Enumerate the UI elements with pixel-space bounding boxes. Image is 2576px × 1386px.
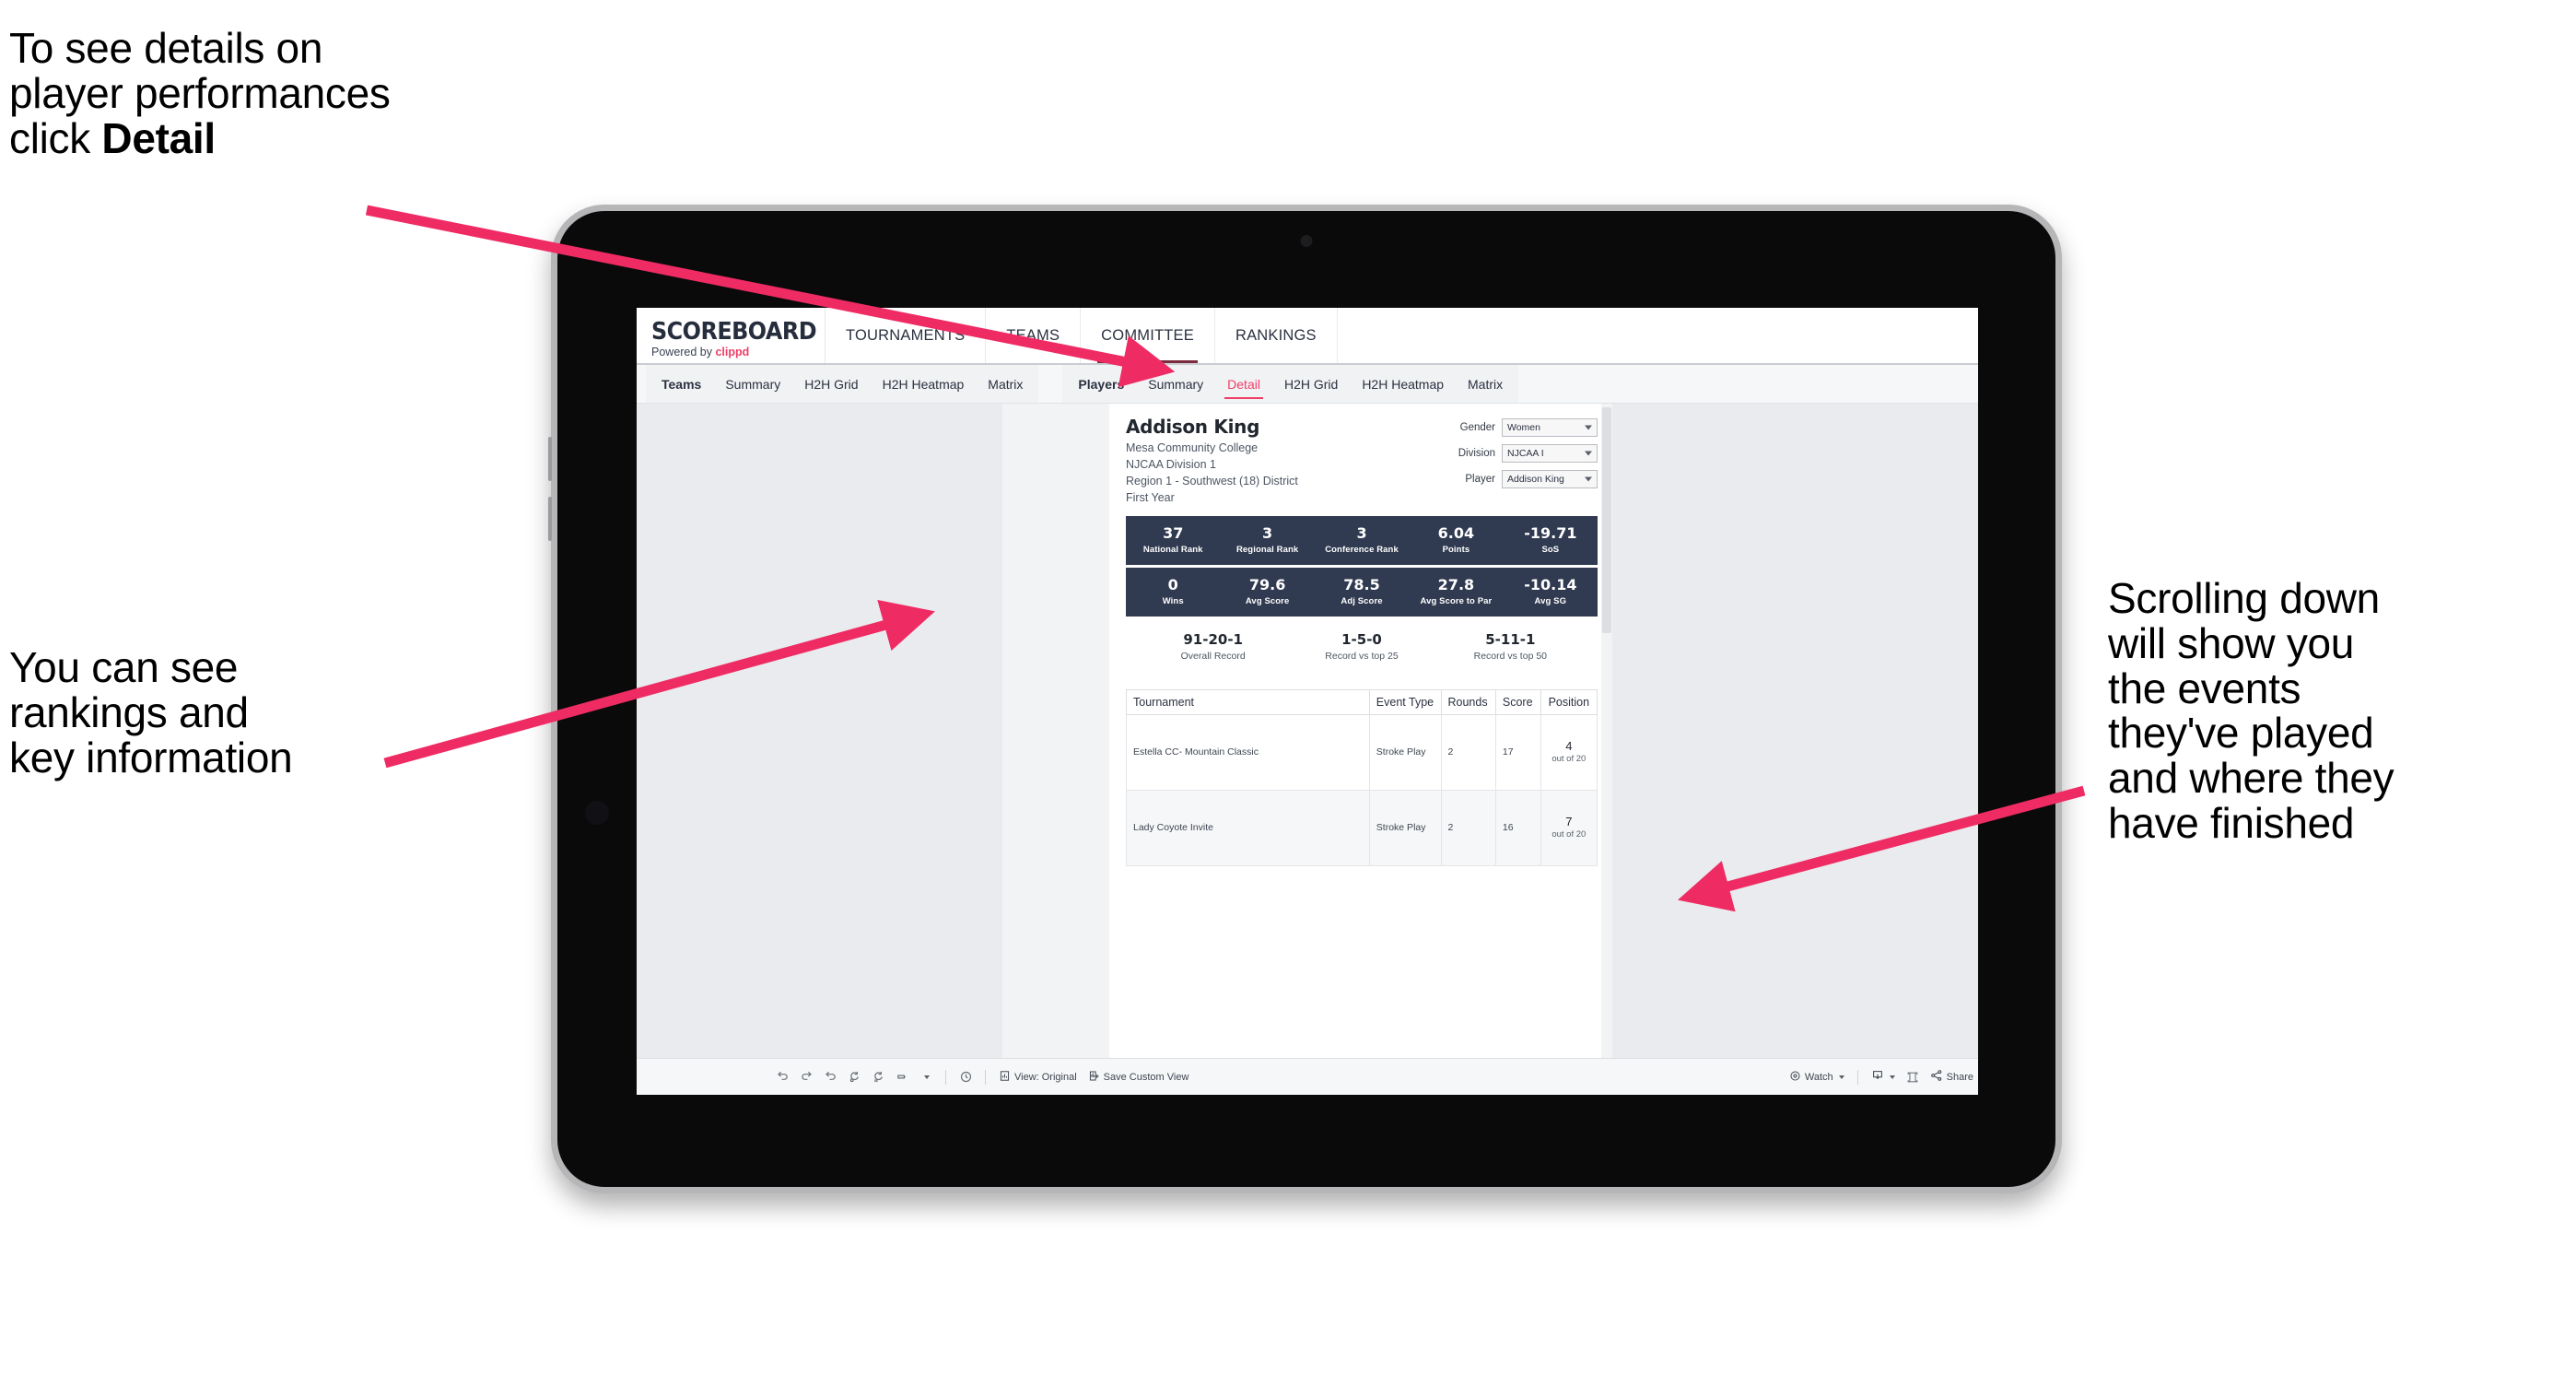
annotation-arrows xyxy=(365,205,2086,912)
slide-canvas: To see details on player performances cl… xyxy=(0,0,2576,1386)
